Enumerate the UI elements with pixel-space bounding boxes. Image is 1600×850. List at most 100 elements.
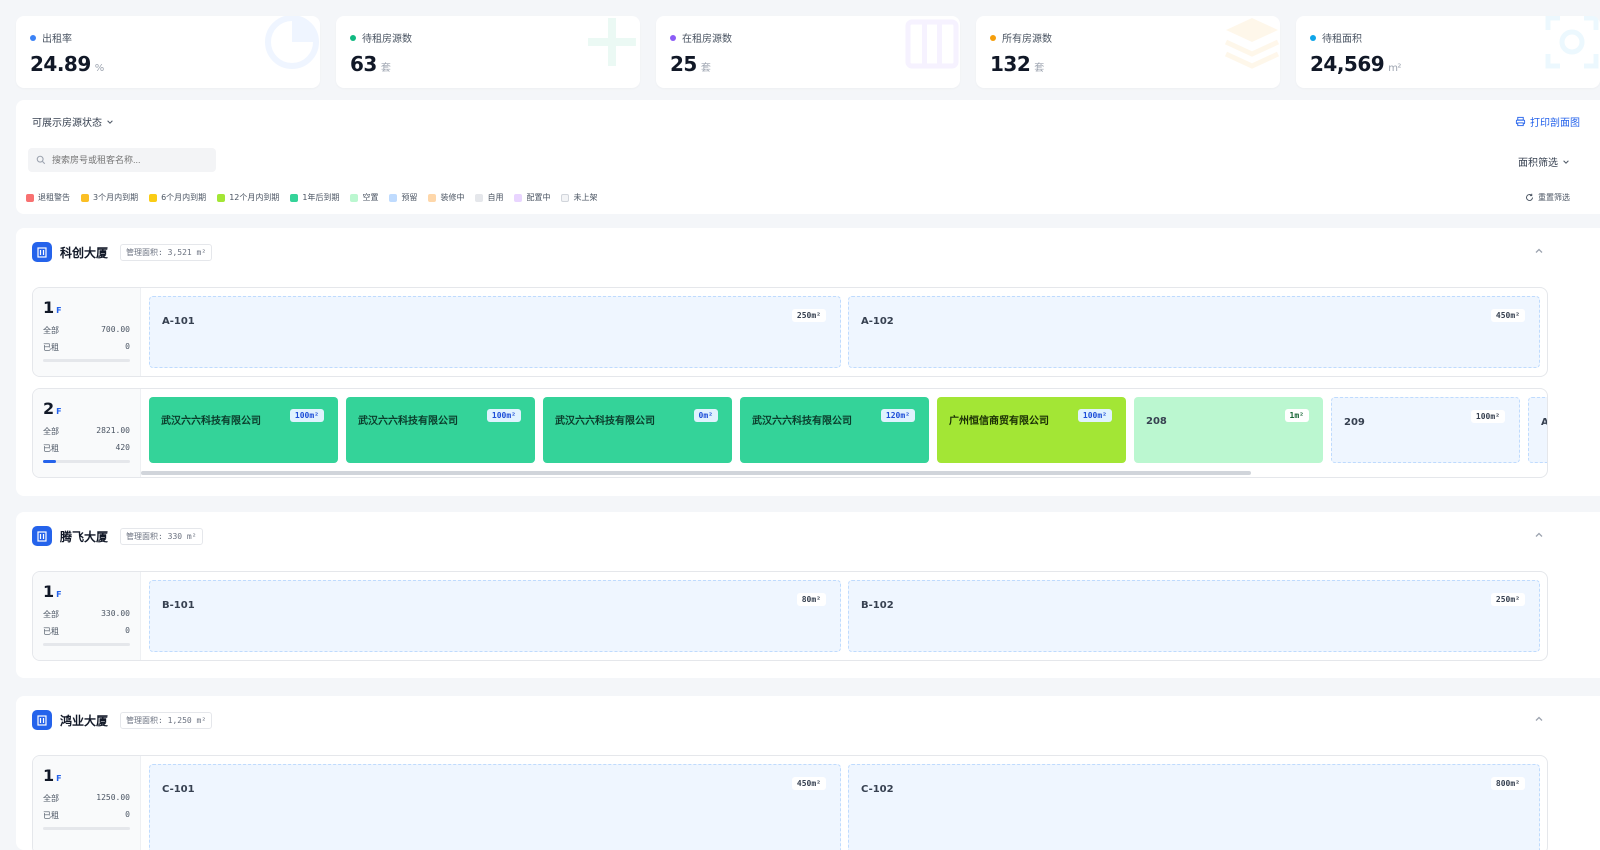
status-select[interactable]: 可展示房源状态 bbox=[32, 114, 114, 129]
unit-card[interactable]: C-101 450m² bbox=[149, 764, 841, 850]
refresh-icon bbox=[1526, 193, 1533, 201]
stat-card-total-count: 所有房源数 132 套 bbox=[976, 16, 1280, 88]
horizontal-scrollbar[interactable] bbox=[141, 471, 1251, 475]
area-filter-select[interactable]: 面积筛选 bbox=[1518, 154, 1570, 169]
legend-swatch bbox=[26, 193, 34, 202]
floor-total-label: 全部 bbox=[43, 794, 59, 803]
chevron-up-icon[interactable] bbox=[1534, 530, 1544, 540]
status-dot-icon bbox=[350, 34, 356, 41]
building-icon bbox=[32, 242, 52, 262]
unit-name: A-101 bbox=[162, 316, 195, 327]
legend-item[interactable]: 6个月内到期 bbox=[149, 192, 206, 203]
unit-card[interactable]: A- bbox=[1528, 397, 1547, 463]
stat-unit: 套 bbox=[380, 63, 391, 74]
floor-total-value: 2821.00 bbox=[96, 426, 130, 435]
chevron-up-icon[interactable] bbox=[1534, 246, 1544, 256]
unit-name: A-102 bbox=[861, 316, 894, 327]
stat-value: 24,569 bbox=[1310, 52, 1385, 76]
legend-item[interactable]: 配置中 bbox=[514, 192, 550, 203]
unit-card[interactable]: 武汉六六科技有限公司 0m² bbox=[543, 397, 732, 463]
unit-name: 武汉六六科技有限公司 bbox=[555, 416, 655, 427]
layers-icon bbox=[1224, 18, 1280, 69]
unit-list: 武汉六六科技有限公司 100m² 武汉六六科技有限公司 100m² 武汉六六科技… bbox=[149, 397, 1547, 477]
floor-suffix: F bbox=[56, 590, 62, 599]
unit-name: C-101 bbox=[162, 784, 195, 795]
print-section-button[interactable]: 打印剖面图 bbox=[1515, 114, 1580, 129]
search-input[interactable] bbox=[52, 155, 202, 165]
floor-row: 2F 全部 2821.00 已租 420 武汉六六科技有限公司 100m² 武汉六六… bbox=[32, 388, 1548, 478]
building-section: 腾飞大厦 管理面积: 330 m² 1F 全部 330.00 已租 0 B-101 … bbox=[16, 512, 1600, 678]
unit-card[interactable]: 武汉六六科技有限公司 100m² bbox=[346, 397, 535, 463]
floor-total-label: 全部 bbox=[43, 427, 59, 436]
legend-item[interactable]: 退租警告 bbox=[26, 192, 70, 203]
plus-icon bbox=[588, 18, 636, 66]
legend-item[interactable]: 自用 bbox=[475, 192, 503, 203]
stat-unit: 套 bbox=[1034, 63, 1044, 74]
floor-progress-bar bbox=[43, 827, 130, 830]
floor-total-value: 330.00 bbox=[101, 609, 130, 618]
legend-item[interactable]: 未上架 bbox=[561, 192, 597, 203]
search-icon bbox=[36, 155, 46, 165]
unit-name: B-101 bbox=[162, 600, 195, 611]
building-header: 鸿业大厦 管理面积: 1,250 m² bbox=[32, 710, 213, 730]
stat-value: 25 bbox=[670, 52, 697, 76]
unit-card[interactable]: 209 100m² bbox=[1331, 397, 1520, 463]
unit-area-tag: 800m² bbox=[1490, 777, 1525, 790]
unit-area-tag: 100m² bbox=[486, 409, 521, 422]
stat-label: 待租房源数 bbox=[362, 34, 412, 45]
unit-card[interactable]: B-102 250m² bbox=[848, 580, 1540, 652]
legend-item[interactable]: 预留 bbox=[389, 192, 417, 203]
unit-card[interactable]: C-102 800m² bbox=[848, 764, 1540, 850]
chevron-up-icon[interactable] bbox=[1534, 714, 1544, 724]
legend-swatch bbox=[561, 193, 570, 202]
legend-label: 3个月内到期 bbox=[93, 193, 139, 202]
search-box[interactable] bbox=[28, 148, 216, 172]
unit-card[interactable]: 武汉六六科技有限公司 120m² bbox=[740, 397, 929, 463]
building-icon bbox=[32, 710, 52, 730]
legend-swatch bbox=[428, 193, 437, 202]
unit-card[interactable]: B-101 80m² bbox=[149, 580, 841, 652]
legend-item[interactable]: 装修中 bbox=[428, 192, 464, 203]
floor-info: 1F 全部 700.00 已租 0 bbox=[33, 288, 141, 376]
stat-card-vacant-count: 待租房源数 63 套 bbox=[336, 16, 640, 88]
legend-item[interactable]: 12个月内到期 bbox=[217, 192, 279, 203]
unit-card[interactable]: 208 1m² bbox=[1134, 397, 1323, 463]
floor-total-label: 全部 bbox=[43, 326, 59, 335]
building-name: 鸿业大厦 bbox=[60, 713, 109, 728]
building-section: 鸿业大厦 管理面积: 1,250 m² 1F 全部 1250.00 已租 0 C-1… bbox=[16, 696, 1600, 850]
unit-card[interactable]: 广州恒信商贸有限公司 100m² bbox=[937, 397, 1126, 463]
legend-swatch bbox=[217, 193, 226, 202]
unit-name: 208 bbox=[1146, 416, 1167, 427]
unit-list: C-101 450m² C-102 800m² bbox=[149, 764, 1547, 850]
unit-card[interactable]: A-101 250m² bbox=[149, 296, 841, 368]
unit-name: 广州恒信商贸有限公司 bbox=[949, 416, 1049, 427]
unit-name: 武汉六六科技有限公司 bbox=[358, 416, 458, 427]
legend-swatch bbox=[350, 193, 359, 202]
unit-area-tag: 120m² bbox=[880, 409, 915, 422]
stat-label: 在租房源数 bbox=[682, 34, 732, 45]
building-header: 科创大厦 管理面积: 3,521 m² bbox=[32, 242, 213, 262]
legend-item[interactable]: 空置 bbox=[350, 192, 378, 203]
legend-item[interactable]: 1年后到期 bbox=[290, 192, 339, 203]
legend-label: 空置 bbox=[362, 193, 379, 202]
reset-label: 重置筛选 bbox=[1538, 193, 1570, 202]
legend-label: 12个月内到期 bbox=[229, 193, 280, 202]
legend-label: 配置中 bbox=[526, 193, 551, 202]
unit-card[interactable]: A-102 450m² bbox=[848, 296, 1540, 368]
floor-number: 2 bbox=[43, 399, 55, 418]
floor-rented-value: 420 bbox=[115, 443, 130, 452]
printer-icon bbox=[1515, 116, 1526, 127]
status-dot-icon bbox=[990, 34, 996, 41]
unit-area-tag: 250m² bbox=[791, 309, 826, 322]
reset-filter-button[interactable]: 重置筛选 bbox=[1525, 192, 1570, 203]
unit-card[interactable]: 武汉六六科技有限公司 100m² bbox=[149, 397, 338, 463]
floor-row: 1F 全部 1250.00 已租 0 C-101 450m² C-102 800m² bbox=[32, 755, 1548, 850]
building-area: 管理面积: 3,521 m² bbox=[120, 243, 213, 261]
floor-total-value: 700.00 bbox=[101, 325, 130, 334]
unit-area-tag: 100m² bbox=[289, 409, 324, 422]
legend-label: 装修中 bbox=[440, 193, 465, 202]
legend-item[interactable]: 3个月内到期 bbox=[81, 192, 138, 203]
stat-label: 所有房源数 bbox=[1002, 34, 1052, 45]
stat-label: 待租面积 bbox=[1322, 34, 1362, 45]
floor-info: 1F 全部 330.00 已租 0 bbox=[33, 572, 141, 660]
